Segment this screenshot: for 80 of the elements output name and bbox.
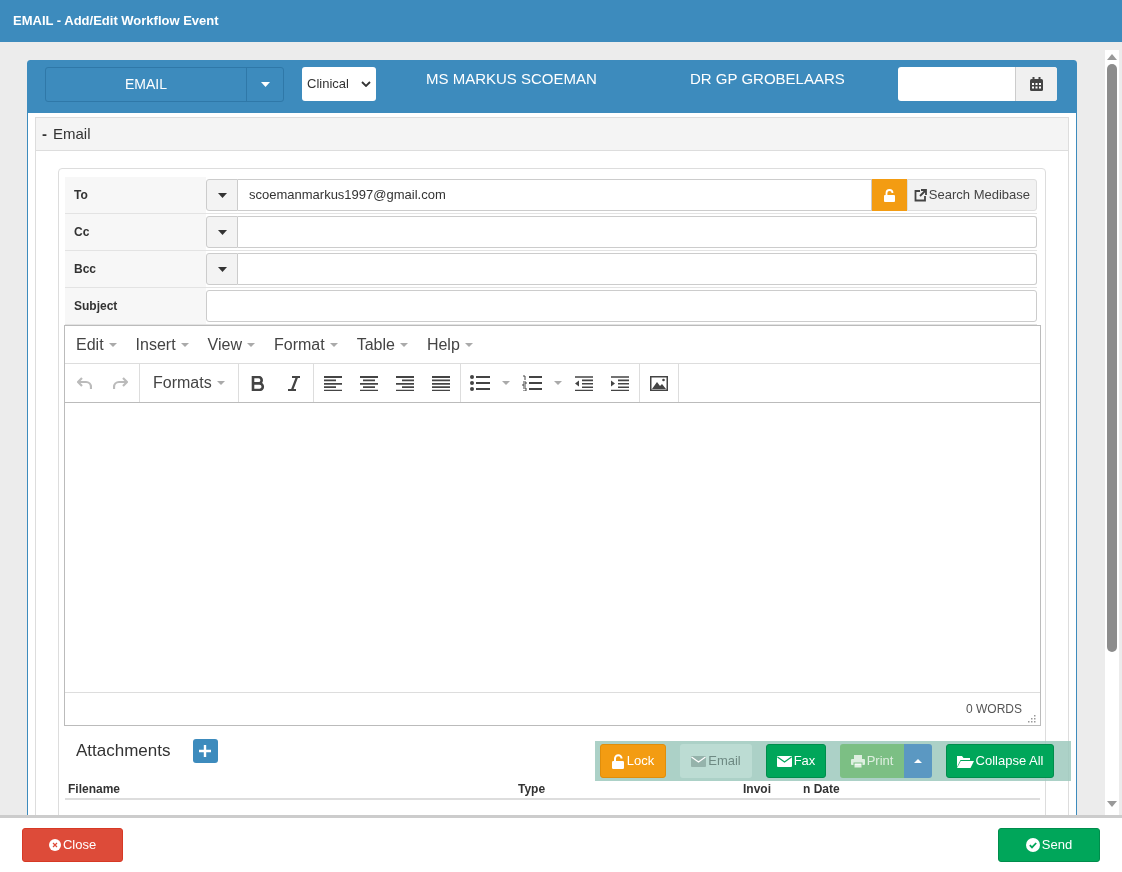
justify-icon [431, 375, 450, 391]
bullet-list-icon [469, 375, 490, 391]
event-type-dropdown[interactable]: EMAIL [45, 67, 284, 102]
outdent-icon [574, 375, 593, 391]
collapse-toggle[interactable]: - [42, 122, 47, 146]
word-count: 0 WORDS [966, 701, 1022, 718]
redo-icon [112, 376, 128, 390]
section-title: Email [53, 123, 91, 144]
menu-item[interactable]: Insert [135, 332, 189, 357]
align-right-icon [395, 375, 414, 391]
close-button[interactable]: Close [22, 828, 123, 862]
menu-item[interactable]: Edit [76, 332, 117, 357]
date-field[interactable] [898, 67, 1057, 101]
chevron-down-icon [361, 81, 371, 87]
check-circle-icon [1025, 838, 1040, 852]
indent-icon [610, 375, 629, 391]
add-attachment-button[interactable] [192, 738, 218, 763]
caret-icon [217, 192, 227, 198]
caret-icon [553, 381, 562, 385]
scroll-down-icon[interactable] [1107, 801, 1117, 807]
image-icon [649, 375, 668, 391]
field-label: Bcc [74, 261, 96, 278]
formats-dropdown[interactable]: Formats [150, 371, 228, 395]
caret-icon [108, 342, 117, 347]
caret-icon [216, 381, 225, 385]
doctor-name: DR GP GROBELAARS [690, 69, 846, 89]
calendar-icon [1030, 77, 1043, 91]
field-label: Cc [74, 224, 90, 241]
close-icon [48, 839, 61, 851]
caret-icon [501, 381, 510, 385]
category-select[interactable]: Clinical [302, 67, 376, 101]
envelope-icon [691, 755, 707, 767]
scrollbar-thumb[interactable] [1107, 64, 1117, 652]
italic-icon [286, 375, 301, 391]
align-center-icon [359, 375, 378, 391]
printer-icon [850, 754, 865, 768]
plus-icon [199, 744, 211, 757]
scroll-up-icon[interactable] [1107, 54, 1117, 60]
menu-item[interactable]: Help [426, 332, 473, 357]
numbered-list-icon [521, 375, 542, 391]
column-header: Filename [68, 780, 121, 798]
external-link-icon [913, 188, 927, 202]
email-input[interactable]: scoemanmarkus1997@gmail.com [238, 179, 872, 211]
envelope-icon [776, 755, 792, 767]
email-input[interactable] [238, 253, 1037, 285]
scrollbar[interactable] [1105, 50, 1119, 815]
menu-item[interactable]: Format [274, 332, 338, 357]
caret-icon [464, 342, 473, 347]
bold-icon [250, 375, 265, 391]
menu-item[interactable]: View [207, 332, 255, 357]
caret-icon [247, 342, 255, 347]
section-header[interactable]: - Email [36, 118, 1068, 151]
column-header: Invoi [743, 780, 771, 798]
menu-item[interactable]: Table [356, 332, 408, 357]
align-left-icon [323, 375, 342, 391]
column-header: Type [518, 780, 546, 798]
search-medibase-button[interactable]: Search Medibase [906, 179, 1037, 211]
field-label: Subject [74, 298, 118, 315]
dropdown-button[interactable] [206, 216, 238, 248]
patient-name: MS MARKUS SCOEMAN [426, 69, 598, 89]
caret-icon [217, 229, 227, 235]
unlock-icon [883, 188, 895, 202]
caret-icon [180, 342, 189, 347]
undo-icon [76, 376, 92, 390]
caret-icon [914, 759, 922, 763]
field-label: To [74, 187, 88, 204]
attachments-heading: Attachments [76, 740, 171, 762]
unlock-icon [611, 753, 625, 769]
caret-icon [329, 342, 338, 347]
folder-icon [956, 754, 974, 768]
caret-icon [260, 82, 270, 87]
dropdown-button[interactable] [206, 253, 238, 285]
caret-icon [217, 266, 227, 272]
dropdown-button[interactable] [206, 179, 238, 211]
email-input[interactable] [238, 216, 1037, 248]
column-header: n Date [803, 780, 840, 798]
resize-handle-icon[interactable] [1028, 715, 1036, 723]
window-title: EMAIL - Add/Edit Workflow Event [13, 12, 219, 31]
caret-icon [399, 342, 408, 347]
subject-input[interactable] [206, 290, 1037, 322]
